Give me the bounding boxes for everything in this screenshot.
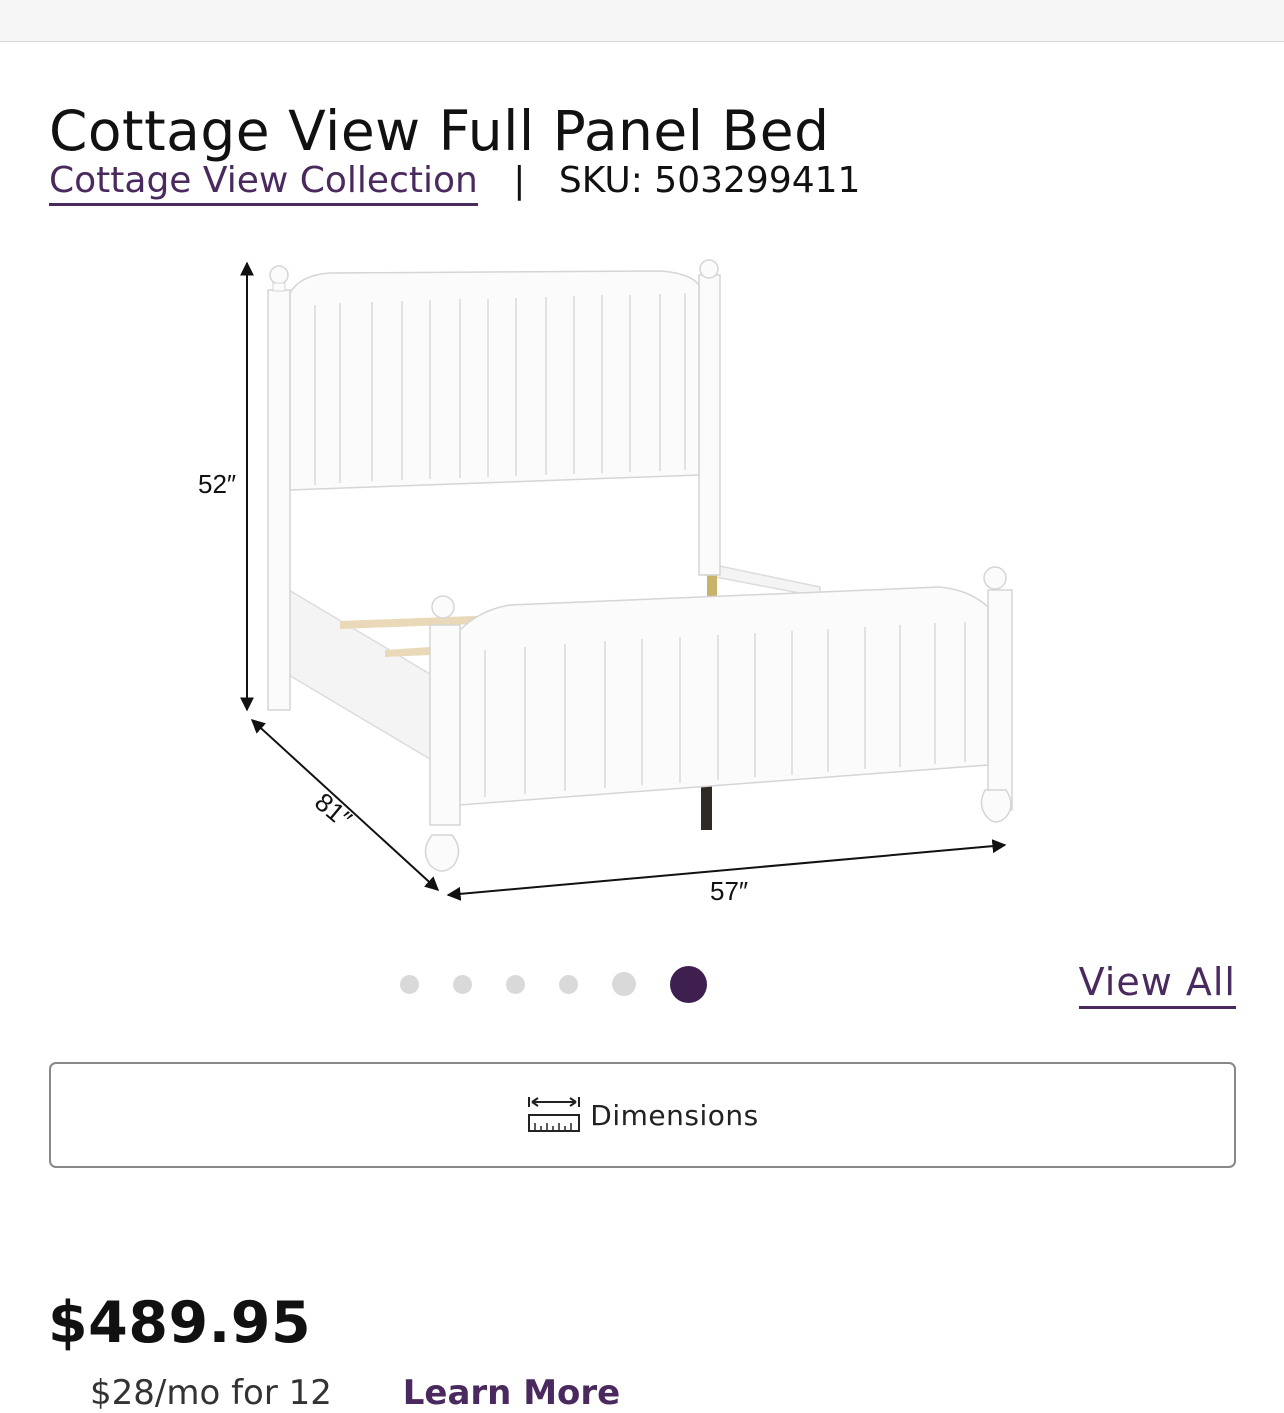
carousel-dot-4[interactable] bbox=[559, 974, 578, 994]
carousel-dot-6-active[interactable] bbox=[670, 965, 707, 1003]
financing-learn-more-link[interactable]: Learn More bbox=[403, 1373, 621, 1413]
separator: | bbox=[513, 160, 526, 201]
collection-link[interactable]: Cottage View Collection bbox=[49, 160, 478, 206]
carousel-dots bbox=[400, 962, 707, 1006]
carousel-dot-2[interactable] bbox=[453, 974, 472, 994]
dimensions-label: Dimensions bbox=[590, 1098, 759, 1132]
product-subline: Cottage View Collection | SKU: 503299411 bbox=[49, 160, 861, 206]
carousel-dot-3[interactable] bbox=[506, 974, 525, 994]
view-all-link[interactable]: View All bbox=[1078, 960, 1236, 1009]
product-title: Cottage View Full Panel Bed bbox=[49, 98, 830, 163]
dimensions-button[interactable]: Dimensions bbox=[49, 1062, 1236, 1168]
ruler-icon bbox=[528, 1097, 581, 1132]
product-price: $489.95 bbox=[48, 1290, 312, 1356]
product-image[interactable]: 52″ 81″ 57″ bbox=[180, 245, 1040, 915]
sku-text: SKU: 503299411 bbox=[558, 160, 861, 201]
carousel-dot-1[interactable] bbox=[400, 974, 419, 994]
financing-text: $28/mo for 12 bbox=[90, 1373, 332, 1413]
carousel-dot-5[interactable] bbox=[612, 972, 636, 996]
dimension-depth-label: 81″ bbox=[309, 787, 357, 834]
dimension-height-label: 52″ bbox=[198, 469, 236, 499]
dimension-width-label: 57″ bbox=[710, 876, 748, 906]
top-browser-bar bbox=[0, 0, 1284, 42]
financing-line: $28/mo for 12 Learn More bbox=[90, 1373, 620, 1413]
